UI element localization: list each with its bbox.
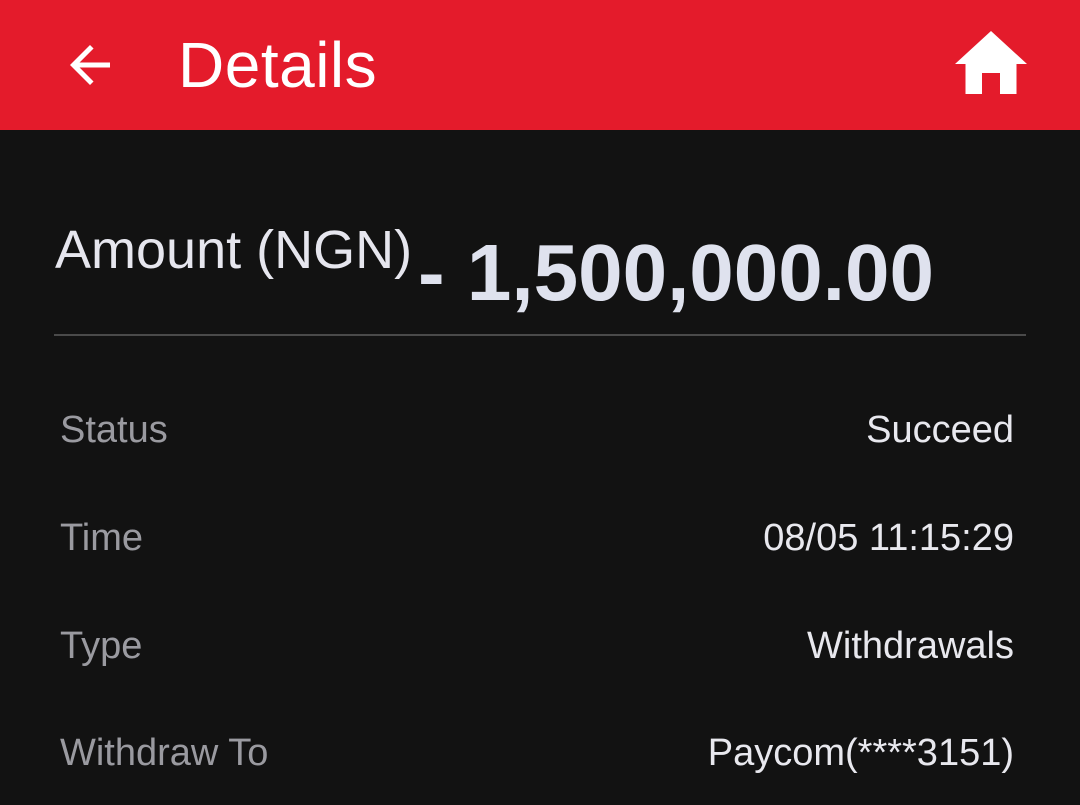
home-button[interactable] (950, 28, 1032, 100)
back-button[interactable] (55, 30, 125, 100)
transaction-details-screen: Details Amount (NGN) - 1,500,000.00 Stat… (0, 0, 1080, 805)
status-label: Status (60, 409, 168, 451)
type-value: Withdrawals (807, 625, 1014, 667)
home-icon (955, 31, 1027, 94)
header-bar: Details (0, 0, 1080, 130)
detail-row-withdraw-to: Withdraw To Paycom(****3151) (60, 728, 1014, 778)
detail-row-status: Status Succeed (60, 405, 1014, 455)
type-label: Type (60, 625, 143, 667)
detail-row-time: Time 08/05 11:15:29 (60, 513, 1014, 563)
amount-label: Amount (NGN) (55, 220, 413, 280)
withdraw-to-label: Withdraw To (60, 732, 269, 774)
divider (54, 334, 1026, 336)
page-title: Details (178, 29, 378, 101)
detail-row-type: Type Withdrawals (60, 621, 1014, 671)
withdraw-to-value: Paycom(****3151) (707, 732, 1014, 774)
arrow-left-icon (70, 45, 110, 85)
status-value: Succeed (866, 409, 1014, 451)
time-value: 08/05 11:15:29 (763, 517, 1014, 559)
time-label: Time (60, 517, 144, 559)
amount-value: - 1,500,000.00 (418, 228, 934, 317)
